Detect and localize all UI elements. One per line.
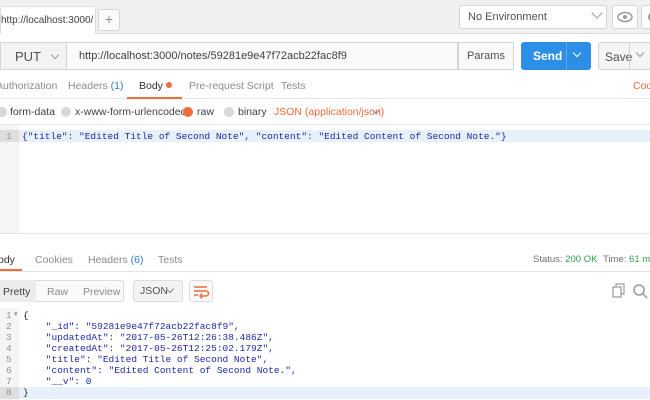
copy-icon[interactable]: [612, 283, 626, 299]
active-response-tab-indicator: [0, 269, 22, 271]
response-tab-cookies[interactable]: Cookies: [35, 254, 73, 266]
tab-headers[interactable]: Headers (1): [68, 80, 123, 92]
response-tab-headers-label: Headers: [88, 254, 128, 266]
line-number: 5: [6, 354, 12, 365]
line-number: 3: [6, 332, 12, 343]
code-line: 7 "__v": 0: [6, 376, 91, 387]
eye-icon: [617, 11, 633, 23]
response-tab-headers[interactable]: Headers (6): [88, 254, 143, 266]
close-icon[interactable]: ×: [82, 15, 88, 27]
radio-label-raw: raw: [197, 106, 214, 118]
environment-select[interactable]: No Environment: [459, 5, 607, 29]
radio-label-binary: binary: [238, 106, 267, 118]
status-label: Status:: [533, 254, 563, 265]
code-line: 8}: [6, 387, 29, 398]
manage-environments-button[interactable]: [641, 5, 650, 29]
code-text: "updatedAt": "2017-05-26T12:26:38.486Z",: [23, 332, 274, 343]
gear-icon: [648, 13, 650, 21]
line-number: 4: [6, 343, 12, 354]
tab-body-label: Body: [139, 80, 163, 92]
tab-body[interactable]: Body: [139, 80, 172, 92]
code-line: 5 "title": "Edited Title of Second Note"…: [6, 354, 268, 365]
send-button-label: Send: [533, 49, 563, 63]
radio-urlencoded[interactable]: [61, 107, 71, 117]
line-number: 1: [6, 310, 12, 321]
code-line: 1 ▾ {: [6, 310, 29, 321]
code-text: {: [23, 310, 29, 321]
code-line: 2 "_id": "59281e9e47f72acb22fac8f9",: [6, 321, 240, 332]
headers-count-badge: (1): [110, 80, 124, 92]
wrap-icon: [194, 286, 210, 299]
request-tab-title: http://localhost:3000/: [1, 15, 94, 26]
code-line: 4 "createdAt": "2017-05-26T12:25:02.179Z…: [6, 343, 274, 354]
radio-raw[interactable]: [183, 107, 193, 117]
line-number: 6: [6, 365, 12, 376]
body-indicator-dot: [165, 82, 172, 88]
response-active-line: [0, 387, 650, 399]
url-input-value: http://localhost:3000/notes/59281e9e47f7…: [79, 50, 347, 62]
status-value: 200 OK: [565, 254, 598, 265]
tab-authorization[interactable]: Authorization: [0, 80, 57, 92]
save-divider: [629, 42, 630, 70]
environment-quick-look-button[interactable]: [612, 5, 638, 29]
time-label: Time:: [603, 254, 627, 265]
send-button[interactable]: Send: [521, 42, 591, 70]
send-divider: [566, 42, 567, 70]
request-body-code[interactable]: {"title": "Edited Title of Second Note",…: [22, 131, 507, 142]
radio-binary[interactable]: [224, 107, 234, 117]
content-type-select[interactable]: JSON (application/json): [274, 106, 384, 118]
code-text: "_id": "59281e9e47f72acb22fac8f9",: [23, 321, 240, 332]
time-text: Time: 61 ms: [603, 254, 650, 265]
tab-headers-label: Headers: [68, 80, 108, 92]
status-text: Status: 200 OK: [533, 254, 597, 265]
code-text: "title": "Edited Title of Second Note",: [23, 354, 269, 365]
tab-tests[interactable]: Tests: [281, 80, 306, 92]
line-number: 1: [6, 131, 12, 142]
code-text: "__v": 0: [23, 376, 92, 387]
method-select-value: PUT: [15, 49, 41, 64]
fold-arrow-icon[interactable]: ▾: [14, 310, 18, 319]
code-text: "createdAt": "2017-05-26T12:25:02.179Z",: [23, 343, 274, 354]
line-number: 2: [6, 321, 12, 332]
code-line: 6 "content": "Edited Content of Second N…: [6, 365, 297, 376]
new-tab-button[interactable]: +: [98, 9, 120, 31]
line-number: 8: [6, 387, 12, 398]
response-tab-body[interactable]: Body: [0, 254, 15, 266]
response-language-value: JSON: [140, 285, 169, 297]
radio-form-data[interactable]: [0, 107, 7, 117]
format-pretty-button[interactable]: Pretty: [3, 286, 30, 298]
code-text: "content": "Edited Content of Second Not…: [23, 365, 297, 376]
code-line: 3 "updatedAt": "2017-05-26T12:26:38.486Z…: [6, 332, 274, 343]
wrap-lines-button[interactable]: [189, 280, 213, 302]
code-link[interactable]: Code: [633, 80, 650, 92]
tab-pre-request-script[interactable]: Pre-request Script: [189, 80, 274, 92]
line-number: 7: [6, 376, 12, 387]
save-button[interactable]: Save: [598, 42, 650, 70]
response-language-select[interactable]: JSON: [133, 280, 183, 302]
active-tab-indicator: [127, 97, 182, 99]
environment-select-value: No Environment: [468, 11, 547, 23]
format-raw-button[interactable]: Raw: [47, 286, 68, 298]
time-value: 61 ms: [629, 254, 650, 265]
format-preview-button[interactable]: Preview: [83, 286, 120, 298]
url-input[interactable]: http://localhost:3000/notes/59281e9e47f7…: [66, 42, 458, 70]
response-tab-tests[interactable]: Tests: [158, 254, 183, 266]
search-icon[interactable]: [632, 283, 648, 299]
radio-label-form-data: form-data: [10, 106, 55, 118]
radio-label-urlencoded: x-www-form-urlencoded: [75, 106, 187, 118]
params-button[interactable]: Params: [458, 42, 514, 70]
response-headers-count: (6): [130, 254, 144, 266]
code-text: }: [23, 387, 29, 398]
